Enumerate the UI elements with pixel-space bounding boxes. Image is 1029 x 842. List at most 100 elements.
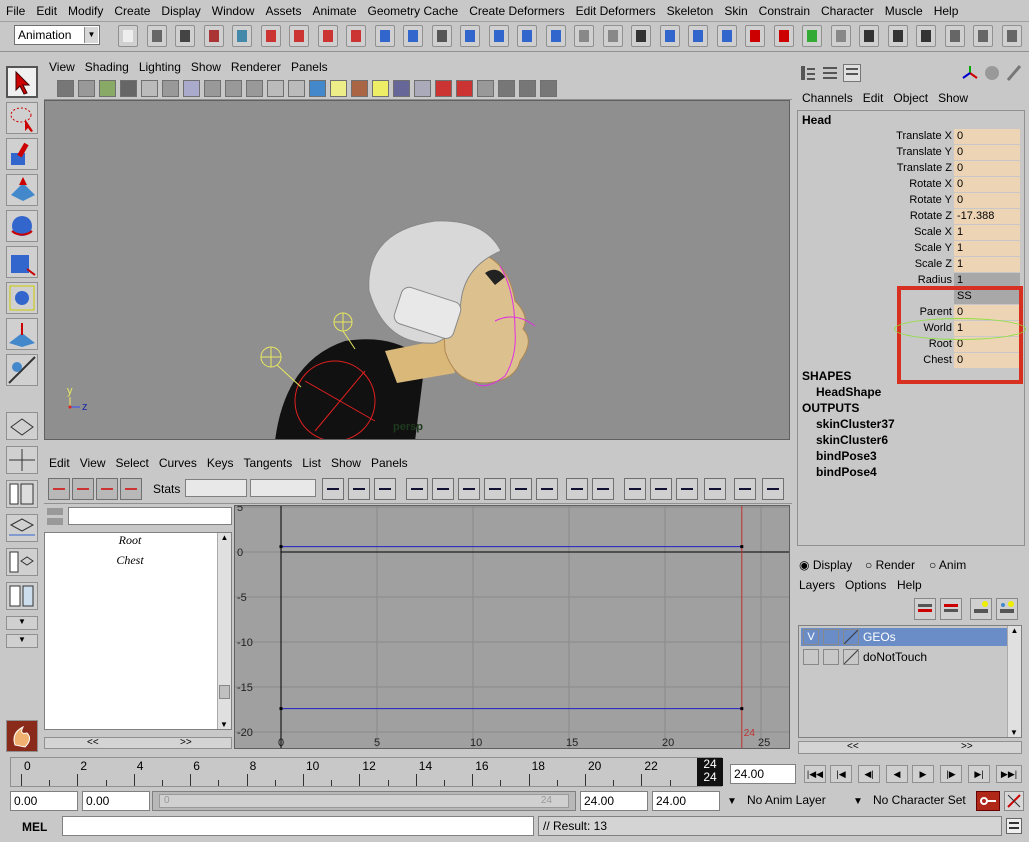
menu-muscle[interactable]: Muscle bbox=[879, 0, 928, 18]
layer-menu-layers[interactable]: Layers bbox=[799, 578, 835, 592]
new-scene-icon[interactable] bbox=[118, 25, 138, 47]
scroll-up-icon[interactable]: ▲ bbox=[218, 533, 231, 542]
graph-menu-panels[interactable]: Panels bbox=[366, 454, 413, 472]
step-tangent-icon[interactable] bbox=[510, 478, 532, 500]
paint-weights-icon[interactable] bbox=[716, 25, 737, 47]
snap-live-icon[interactable] bbox=[403, 25, 423, 47]
layer-row-geos[interactable]: V GEOs bbox=[801, 628, 1007, 646]
layer-template-toggle[interactable] bbox=[823, 629, 839, 645]
graph-menu-list[interactable]: List bbox=[297, 454, 326, 472]
current-frame-marker[interactable]: 24 24 bbox=[697, 758, 723, 786]
radio-dot-icon[interactable]: ○ bbox=[865, 558, 876, 572]
frame-playback-icon[interactable] bbox=[348, 478, 370, 500]
move-key-icon[interactable] bbox=[48, 478, 70, 500]
attribute-editor-icon[interactable] bbox=[821, 64, 839, 82]
rotate-tool-icon[interactable] bbox=[6, 210, 38, 242]
clamped-tangent-icon[interactable] bbox=[432, 478, 454, 500]
menu-modify[interactable]: Modify bbox=[62, 0, 108, 18]
graph-menu-select[interactable]: Select bbox=[110, 454, 153, 472]
flat-tangent-icon[interactable] bbox=[484, 478, 506, 500]
new-layer-icon[interactable] bbox=[970, 598, 992, 620]
channel-menu-show[interactable]: Show bbox=[933, 88, 973, 108]
menu-create-deformers[interactable]: Create Deformers bbox=[463, 0, 569, 18]
range-slider[interactable]: 0 24 bbox=[152, 791, 576, 811]
spline-tangent-icon[interactable] bbox=[406, 478, 428, 500]
new-layer-selected-icon[interactable] bbox=[996, 598, 1018, 620]
start-time-field[interactable]: 0.00 bbox=[10, 791, 78, 811]
default-light-icon[interactable] bbox=[330, 80, 347, 97]
perspective-viewport[interactable]: y z persp bbox=[44, 100, 790, 440]
snap-plane-icon[interactable] bbox=[374, 25, 395, 47]
center-current-time-icon[interactable] bbox=[374, 478, 396, 500]
anim-layer-field[interactable]: No Anim Layer bbox=[744, 791, 842, 811]
snap-grid-icon[interactable] bbox=[289, 25, 309, 47]
layer-scroll-right-icon[interactable]: >> bbox=[961, 741, 973, 752]
channel-label[interactable]: Rotate Y bbox=[909, 194, 952, 206]
layout-icon[interactable] bbox=[944, 25, 965, 47]
scroll-thumb[interactable] bbox=[219, 685, 230, 699]
channel-row-scale-z[interactable]: Scale Z1 bbox=[798, 257, 1024, 273]
snap-curve-icon[interactable] bbox=[317, 25, 338, 47]
outliner-filter-input[interactable] bbox=[68, 507, 232, 525]
layer-scroll-left-icon[interactable]: << bbox=[847, 741, 859, 752]
clapper-2-icon[interactable] bbox=[887, 25, 908, 47]
output-item-skincluster6[interactable]: skinCluster6 bbox=[816, 433, 888, 447]
menu-skeleton[interactable]: Skeleton bbox=[661, 0, 719, 18]
selection-mask-icon[interactable] bbox=[631, 25, 651, 47]
manipulator-icon[interactable] bbox=[961, 64, 979, 82]
menu-edit-deformers[interactable]: Edit Deformers bbox=[570, 0, 661, 18]
stats-field-1[interactable] bbox=[185, 479, 247, 497]
move-layer-up-icon[interactable] bbox=[914, 598, 936, 620]
outliner-scrollbar[interactable]: ▲ ▼ bbox=[217, 533, 231, 729]
break-tangents-icon[interactable] bbox=[624, 478, 646, 500]
save-scene-icon[interactable] bbox=[175, 25, 195, 47]
tool-settings-icon[interactable] bbox=[843, 64, 861, 82]
layer-visibility-toggle[interactable] bbox=[803, 649, 819, 665]
menu-character[interactable]: Character bbox=[815, 0, 879, 18]
select-object-icon[interactable] bbox=[232, 25, 252, 47]
shadows-icon[interactable] bbox=[393, 80, 410, 97]
viewport-menu-lighting[interactable]: Lighting bbox=[134, 58, 186, 76]
output-item-skincluster37[interactable]: skinCluster37 bbox=[816, 417, 895, 431]
current-time-field[interactable]: 24.00 bbox=[730, 764, 796, 784]
bind-skin-icon[interactable] bbox=[745, 25, 765, 47]
layer-name[interactable]: GEOs bbox=[863, 630, 896, 644]
range-slider-bar[interactable]: 0 24 bbox=[159, 794, 569, 808]
channel-value[interactable]: 0 bbox=[954, 161, 1020, 176]
menu-help[interactable]: Help bbox=[928, 0, 964, 18]
layer-menu-options[interactable]: Options bbox=[845, 578, 886, 592]
lasso-tool-icon[interactable] bbox=[6, 102, 38, 134]
layout-3-icon[interactable] bbox=[1001, 25, 1022, 47]
render-settings-icon[interactable] bbox=[517, 25, 537, 47]
go-to-end-icon[interactable]: ▶▶| bbox=[996, 765, 1022, 783]
outliner-persp-layout-icon[interactable] bbox=[6, 548, 38, 576]
graph-menu-view[interactable]: View bbox=[75, 454, 111, 472]
channel-value[interactable]: 1 bbox=[954, 225, 1020, 240]
channel-row-translate-z[interactable]: Translate Z0 bbox=[798, 161, 1024, 177]
layer-color-swatch[interactable] bbox=[843, 649, 859, 665]
ipr-render-icon[interactable] bbox=[488, 25, 509, 47]
channel-label[interactable]: Radius bbox=[918, 274, 952, 286]
channel-row-translate-x[interactable]: Translate X0 bbox=[798, 129, 1024, 145]
channel-value[interactable]: 0 bbox=[954, 177, 1020, 192]
magnet-icon[interactable] bbox=[773, 25, 794, 47]
graph-menu-edit[interactable]: Edit bbox=[44, 454, 75, 472]
playback-start-field[interactable]: 0.00 bbox=[82, 791, 150, 811]
lock-icon[interactable] bbox=[602, 25, 623, 47]
channel-box-icon[interactable] bbox=[799, 64, 817, 82]
viewport-menu-view[interactable]: View bbox=[44, 58, 80, 76]
show-ui-icon[interactable] bbox=[802, 25, 822, 47]
soft-modification-icon[interactable] bbox=[6, 318, 38, 350]
scroll-left-icon[interactable]: << bbox=[87, 737, 99, 748]
ik-handle-icon[interactable] bbox=[688, 25, 708, 47]
command-input[interactable] bbox=[62, 816, 534, 836]
clapper-3-icon[interactable] bbox=[916, 25, 936, 47]
playback-end-field[interactable]: 24.00 bbox=[580, 791, 648, 811]
channel-menu-object[interactable]: Object bbox=[888, 88, 933, 108]
use-all-lights-icon[interactable] bbox=[372, 80, 389, 97]
graph-menu-keys[interactable]: Keys bbox=[202, 454, 239, 472]
lock-weight-icon[interactable] bbox=[704, 478, 726, 500]
layer-template-toggle[interactable] bbox=[823, 649, 839, 665]
hypergraph-layout-icon[interactable] bbox=[6, 582, 38, 610]
persp-graph-layout-icon[interactable] bbox=[6, 480, 38, 508]
